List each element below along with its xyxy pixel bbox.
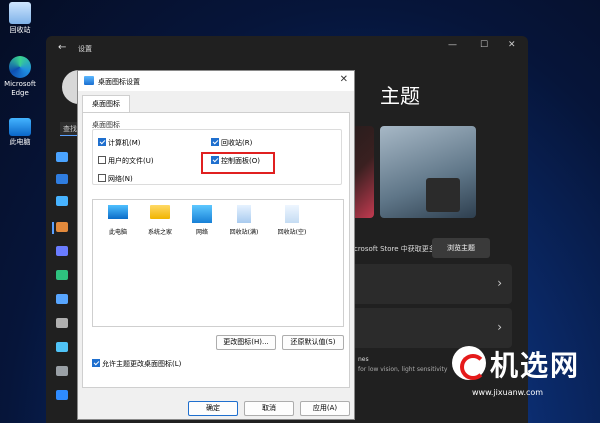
dialog-app-icon	[84, 76, 94, 85]
checkbox-user-files[interactable]: 用户的文件(U)	[98, 156, 154, 166]
watermark-url: www.jixuanw.com	[472, 388, 544, 397]
theme-thumbnail[interactable]	[380, 126, 476, 218]
icon-item-user-folder[interactable]: 系统之家	[140, 205, 180, 236]
icon-item-this-pc[interactable]: 此电脑	[98, 205, 138, 236]
desktop-icon-label: 此电脑	[9, 138, 31, 146]
cancel-button[interactable]: 取消	[244, 401, 294, 416]
chevron-right-icon: ›	[497, 320, 502, 334]
checkbox-check-icon	[211, 138, 219, 146]
recycle-bin-empty-icon	[285, 205, 299, 223]
settings-title: 设置	[78, 45, 92, 53]
highlight-box	[201, 152, 275, 174]
computer-icon	[108, 205, 128, 219]
checkbox-check-icon	[98, 138, 106, 146]
folder-icon	[150, 205, 170, 219]
restore-default-button[interactable]: 还原默认值(S)	[282, 335, 344, 350]
checkbox-recycle-bin[interactable]: 回收站(R)	[211, 138, 252, 148]
update-nav-icon[interactable]	[56, 390, 68, 400]
desktop-recycle-bin[interactable]: 回收站	[0, 2, 40, 35]
time-language-nav-icon[interactable]	[56, 294, 68, 304]
settings-titlebar: ← 设置 — ☐ ✕	[46, 36, 528, 60]
accessibility-nav-icon[interactable]	[56, 342, 68, 352]
checkbox-computer[interactable]: 计算机(M)	[98, 138, 141, 148]
apply-button[interactable]: 应用(A)	[300, 401, 350, 416]
close-icon[interactable]: ✕	[340, 74, 348, 85]
recycle-bin-full-icon	[237, 205, 251, 223]
checkbox-empty-icon	[98, 174, 106, 182]
icon-item-recycle-full[interactable]: 回收站(满)	[224, 205, 264, 236]
network-icon	[192, 205, 212, 223]
watermark-text: 机选网	[490, 349, 581, 382]
desktop-icon-settings-dialog: 桌面图标设置 ✕ 桌面图标 桌面图标 计算机(M) 用户的文件(U) 网络(N)…	[77, 70, 355, 420]
minimize-icon[interactable]: —	[448, 40, 457, 50]
bluetooth-nav-icon[interactable]	[56, 174, 68, 184]
tab-desktop-icons[interactable]: 桌面图标	[82, 95, 130, 113]
accounts-nav-icon[interactable]	[56, 270, 68, 280]
change-icon-button[interactable]: 更改图标(H)...	[216, 335, 276, 350]
desktop-edge[interactable]: Microsoft Edge	[0, 56, 40, 98]
icon-item-network[interactable]: 网络	[182, 205, 222, 236]
system-nav-icon[interactable]	[56, 152, 68, 162]
desktop-icon-label: Microsoft Edge	[4, 80, 36, 97]
desktop-this-pc[interactable]: 此电脑	[0, 118, 40, 147]
chevron-right-icon: ›	[497, 276, 502, 290]
privacy-nav-icon[interactable]	[56, 366, 68, 376]
watermark-logo-icon	[452, 346, 486, 380]
maximize-icon[interactable]: ☐	[480, 40, 488, 50]
recycle-bin-icon	[9, 2, 31, 24]
checkbox-network[interactable]: 网络(N)	[98, 174, 133, 184]
contrast-themes-description: for low vision, light sensitivity	[358, 366, 448, 373]
watermark: 机选网 www.jixuanw.com	[452, 340, 592, 406]
checkbox-empty-icon	[98, 156, 106, 164]
dialog-titlebar: 桌面图标设置 ✕	[78, 71, 354, 91]
checkbox-allow-themes[interactable]: 允许主题更改桌面图标(L)	[92, 359, 181, 369]
browse-themes-button[interactable]: 浏览主题	[432, 238, 490, 258]
gaming-nav-icon[interactable]	[56, 318, 68, 328]
apps-nav-icon[interactable]	[56, 246, 68, 256]
edge-icon	[9, 56, 31, 78]
icon-item-recycle-empty[interactable]: 回收站(空)	[272, 205, 312, 236]
ok-button[interactable]: 确定	[188, 401, 238, 416]
dialog-title: 桌面图标设置	[98, 78, 140, 86]
network-nav-icon[interactable]	[56, 196, 68, 206]
personalization-nav-icon[interactable]	[56, 222, 68, 232]
nav-active-indicator	[52, 222, 54, 234]
desktop-icon-label: 回收站	[9, 26, 31, 34]
back-arrow-icon[interactable]: ←	[58, 42, 66, 53]
checkbox-check-icon	[92, 359, 100, 367]
close-icon[interactable]: ✕	[508, 40, 516, 50]
page-title: 主题	[380, 84, 420, 108]
contrast-themes-title: nes	[358, 356, 369, 363]
computer-icon	[9, 118, 31, 136]
